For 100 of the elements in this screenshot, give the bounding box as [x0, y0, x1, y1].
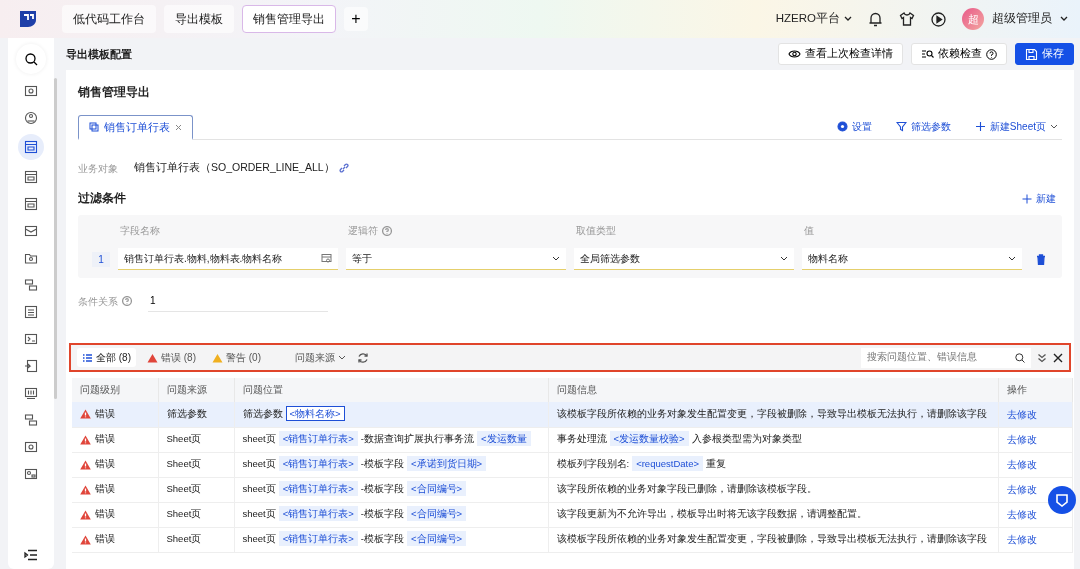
reference-tag[interactable]: <发运数量 — [477, 431, 531, 447]
reference-tag[interactable]: <发运数量校验> — [609, 431, 689, 447]
shirt-icon[interactable] — [899, 11, 915, 27]
eye-icon — [788, 48, 801, 60]
toolbar-link[interactable]: 新建Sheet页 — [974, 119, 1058, 135]
chevron-down-icon[interactable] — [1060, 16, 1068, 22]
action-button[interactable]: 依赖检查 — [911, 43, 1007, 65]
action-button[interactable]: 查看上次检查详情 — [778, 43, 903, 65]
warning-triangle-icon — [80, 434, 91, 445]
help-icon[interactable] — [122, 296, 132, 307]
module-icon — [24, 439, 38, 454]
field-name-input[interactable]: 销售订单行表.物料,物料表.物料名称 — [118, 248, 338, 271]
module-icon — [24, 83, 38, 98]
reference-tag[interactable]: <销售订单行表> — [278, 481, 358, 497]
column-label: 字段名称 — [120, 224, 160, 239]
column-label: 值 — [804, 224, 814, 239]
fix-link[interactable]: 去修改 — [1006, 431, 1037, 447]
reference-tag[interactable]: <合同编号> — [407, 506, 467, 522]
reference-tag[interactable]: <销售订单行表> — [278, 531, 358, 547]
bell-icon[interactable] — [868, 11, 883, 27]
filter-tab[interactable]: 错误 (8) — [142, 348, 201, 367]
trash-icon[interactable] — [1036, 253, 1046, 265]
module-icon — [24, 223, 38, 238]
sidebar-item[interactable] — [18, 134, 44, 160]
issue-row[interactable]: 错误 Sheet页 sheet页 <销售订单行表> -数据查询扩展执行事务流 <发运数量 事务处理流 <发运数量校验> 入参根类型需为对象类型 去修改 — [72, 427, 1072, 452]
module-icon — [24, 304, 38, 319]
platform-name[interactable]: HZERO平台 — [775, 10, 840, 28]
gear-icon — [836, 121, 848, 133]
play-icon[interactable] — [931, 11, 946, 27]
reference-tag[interactable]: <合同编号> — [407, 531, 467, 547]
save-button[interactable]: 保存 — [1015, 43, 1074, 65]
reference-tag[interactable]: <销售订单行表> — [278, 456, 358, 472]
refresh-icon[interactable] — [357, 351, 369, 364]
logo-icon[interactable] — [18, 9, 38, 29]
issue-location: -模板字段 — [360, 483, 405, 495]
fix-link[interactable]: 去修改 — [1006, 456, 1037, 472]
issue-level: 错误 — [95, 407, 115, 422]
column-header: 操作 — [998, 378, 1072, 402]
issue-row[interactable]: 错误 Sheet页 sheet页 <销售订单行表> -模板字段 <合同编号> 该字段所依赖的业务对象字段已删除，请删除该模板字段。 去修改 — [72, 477, 1072, 502]
module-icon — [24, 169, 38, 184]
table-search-icon — [321, 253, 332, 265]
issue-location: sheet页 — [242, 483, 276, 495]
section-title: 销售管理导出 — [78, 85, 151, 100]
chevron-down-icon — [1050, 123, 1058, 130]
close-icon[interactable] — [1053, 352, 1063, 363]
chevron-down-icon[interactable] — [844, 16, 852, 22]
reference-tag[interactable]: <物料名称> — [285, 406, 345, 422]
link-icon[interactable] — [338, 163, 349, 174]
reference-tag[interactable]: <承诺到货日期> — [407, 456, 487, 472]
list-icon — [82, 352, 93, 363]
value-select[interactable]: 物料名称 — [802, 248, 1022, 271]
chevron-down-icon — [552, 255, 560, 262]
value-type-select[interactable]: 全局筛选参数 — [574, 248, 794, 271]
module-icon — [24, 110, 38, 125]
column-label: 取值类型 — [576, 224, 616, 239]
field-label: 条件关系 — [78, 294, 118, 309]
app-tab[interactable]: 导出模板 — [164, 5, 234, 33]
save-icon — [1025, 48, 1038, 60]
issue-location: -模板字段 — [360, 533, 405, 545]
app-tab[interactable]: 销售管理导出 — [242, 5, 336, 33]
reference-tag[interactable]: <requestDate> — [632, 456, 703, 472]
issue-row[interactable]: 错误 Sheet页 sheet页 <销售订单行表> -模板字段 <合同编号> 该模板字段所依赖的业务对象发生配置变更，字段被删除，导致导出模板无法执行，请删除该字段 去修改 — [72, 527, 1072, 552]
reference-tag[interactable]: <销售订单行表> — [278, 506, 358, 522]
warning-triangle-icon — [80, 459, 91, 470]
issue-source: Sheet页 — [166, 433, 202, 445]
issue-level: 错误 — [95, 432, 115, 447]
reference-tag[interactable]: <合同编号> — [407, 481, 467, 497]
fix-link[interactable]: 去修改 — [1006, 531, 1037, 547]
filter-tab[interactable]: 警告 (0) — [207, 348, 266, 367]
help-icon[interactable] — [382, 225, 392, 236]
fix-link[interactable]: 去修改 — [1006, 506, 1037, 522]
issue-message: 该模板字段所依赖的业务对象发生配置变更，字段被删除，导致导出模板无法执行，请删除该字段 — [556, 533, 987, 545]
warning-triangle-icon — [80, 509, 91, 520]
issue-row[interactable]: 错误 Sheet页 sheet页 <销售订单行表> -模板字段 <承诺到货日期> 模板列字段别名: <requestDate> 重复 去修改 — [72, 452, 1072, 477]
issue-location: sheet页 — [242, 433, 276, 445]
module-icon — [24, 277, 38, 292]
operator-select[interactable]: 等于 — [346, 248, 566, 271]
toolbar-link[interactable]: 设置 — [836, 119, 872, 135]
fix-link[interactable]: 去修改 — [1006, 481, 1037, 497]
issue-message: 该字段所依赖的业务对象字段已删除，请删除该模板字段。 — [556, 483, 817, 495]
issue-level: 错误 — [95, 482, 115, 497]
toolbar-link[interactable]: 筛选参数 — [895, 119, 951, 135]
collapse-menu-icon[interactable] — [24, 549, 38, 561]
user-name[interactable]: 超级管理员 — [992, 10, 1052, 28]
source-dropdown[interactable]: 问题来源 — [290, 348, 351, 367]
search-field[interactable]: 搜索问题位置、错误信息 — [861, 347, 1031, 368]
help-icon — [986, 48, 997, 60]
issue-message: 事务处理流 — [556, 433, 607, 445]
app-tab[interactable]: 低代码工作台 — [62, 5, 156, 33]
issue-level: 错误 — [95, 457, 115, 472]
filter-tab[interactable]: 全部 (8) — [77, 348, 136, 367]
issue-row[interactable]: 错误 筛选参数 筛选参数 <物料名称> 该模板字段所依赖的业务对象发生配置变更，字段被删除，导致导出模板无法执行，请删除该字段 去修改 — [72, 402, 1072, 427]
add-condition-button[interactable]: 新建 — [1022, 191, 1056, 207]
sheet-tab[interactable]: 销售订单行表 — [78, 115, 193, 141]
double-chevron-down-icon[interactable] — [1037, 352, 1047, 363]
reference-tag[interactable]: <销售订单行表> — [278, 431, 358, 447]
module-icon — [24, 385, 38, 400]
issue-row[interactable]: 错误 Sheet页 sheet页 <销售订单行表> -模板字段 <合同编号> 该字段更新为不允许导出，模板导出时将无该字段数据，请调整配置。 去修改 — [72, 502, 1072, 527]
add-tab-button[interactable]: + — [344, 7, 368, 31]
module-icon — [24, 412, 38, 427]
